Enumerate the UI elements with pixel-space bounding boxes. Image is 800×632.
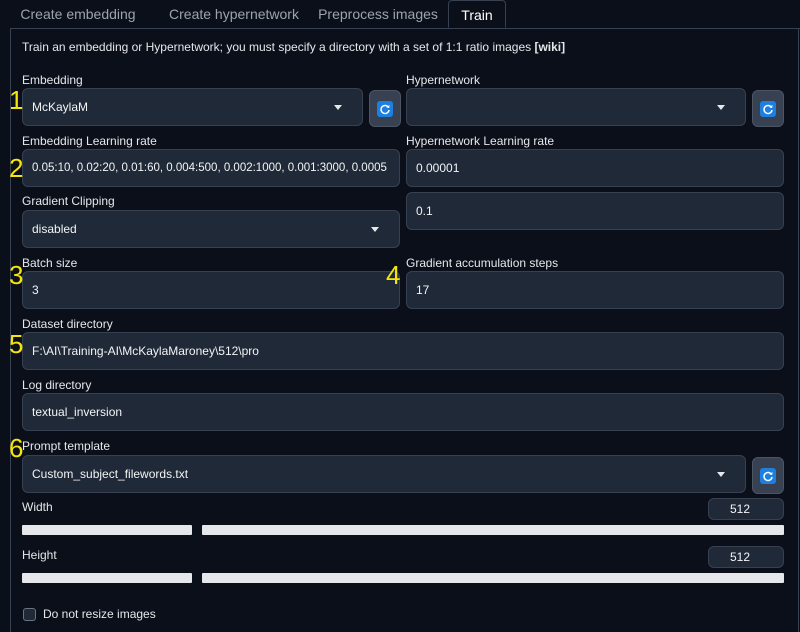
annotation-3: 3 bbox=[9, 260, 24, 290]
gradient-accumulation-label: Gradient accumulation steps bbox=[406, 256, 559, 270]
tab-create-hypernetwork[interactable]: Create hypernetwork bbox=[156, 0, 312, 28]
chevron-down-icon bbox=[371, 227, 379, 232]
embedding-lr-input[interactable]: 0.05:10, 0.02:20, 0.01:60, 0.004:500, 0.… bbox=[22, 149, 400, 187]
no-resize-label: Do not resize images bbox=[43, 607, 156, 621]
log-directory-label: Log directory bbox=[22, 378, 92, 392]
embedding-label: Embedding bbox=[22, 73, 83, 87]
annotation-6: 6 bbox=[9, 433, 24, 463]
tab-train[interactable]: Train bbox=[448, 0, 506, 28]
gradient-clipping-dropdown[interactable]: disabled bbox=[22, 210, 400, 248]
refresh-icon bbox=[377, 100, 393, 117]
train-panel: Train an embedding or Hypernetwork; you … bbox=[10, 28, 799, 632]
annotation-1: 1 bbox=[9, 85, 24, 115]
batch-size-label: Batch size bbox=[22, 256, 78, 270]
intro-text: Train an embedding or Hypernetwork; you … bbox=[22, 40, 565, 54]
hypernetwork-label: Hypernetwork bbox=[406, 73, 481, 87]
gradient-clip-value-input[interactable]: 0.1 bbox=[406, 192, 784, 230]
width-label: Width bbox=[22, 500, 53, 514]
dataset-directory-label: Dataset directory bbox=[22, 317, 113, 331]
hypernetwork-refresh-button[interactable] bbox=[752, 90, 784, 127]
train-page: Create embedding Create hypernetwork Pre… bbox=[0, 0, 800, 632]
annotation-4: 4 bbox=[386, 260, 401, 290]
intro-sentence: Train an embedding or Hypernetwork; you … bbox=[22, 40, 535, 54]
hypernetwork-lr-input[interactable]: 0.00001 bbox=[406, 149, 784, 187]
hypernetwork-lr-label: Hypernetwork Learning rate bbox=[406, 134, 555, 148]
tab-create-embedding[interactable]: Create embedding bbox=[14, 0, 142, 28]
height-number-input[interactable]: 512 bbox=[708, 546, 784, 568]
wiki-link[interactable]: [wiki] bbox=[534, 40, 565, 54]
prompt-template-dropdown[interactable]: Custom_subject_filewords.txt bbox=[22, 455, 746, 493]
chevron-down-icon bbox=[717, 105, 725, 110]
embedding-lr-label: Embedding Learning rate bbox=[22, 134, 157, 148]
embedding-dropdown[interactable]: McKaylaM bbox=[22, 88, 363, 126]
width-number-input[interactable]: 512 bbox=[708, 498, 784, 520]
gradient-clipping-label: Gradient Clipping bbox=[22, 194, 115, 208]
chevron-down-icon bbox=[334, 105, 342, 110]
embedding-value: McKaylaM bbox=[32, 100, 89, 114]
refresh-icon bbox=[760, 100, 776, 117]
embedding-refresh-button[interactable] bbox=[369, 90, 401, 127]
prompt-template-label: Prompt template bbox=[22, 439, 111, 453]
chevron-down-icon bbox=[717, 472, 725, 477]
height-slider-track[interactable] bbox=[202, 573, 784, 583]
no-resize-checkbox[interactable] bbox=[23, 608, 36, 621]
width-slider-track[interactable] bbox=[202, 525, 784, 535]
annotation-5: 5 bbox=[9, 329, 24, 359]
prompt-template-refresh-button[interactable] bbox=[752, 457, 784, 494]
width-slider-track-left[interactable] bbox=[22, 525, 192, 535]
hypernetwork-dropdown[interactable] bbox=[406, 88, 746, 126]
tab-bar: Create embedding Create hypernetwork Pre… bbox=[10, 0, 800, 29]
dataset-directory-input[interactable]: F:\AI\Training-AI\McKaylaMaroney\512\pro bbox=[22, 332, 784, 370]
gradient-clipping-value: disabled bbox=[32, 222, 77, 236]
log-directory-input[interactable]: textual_inversion bbox=[22, 393, 784, 431]
tab-preprocess-images[interactable]: Preprocess images bbox=[312, 0, 444, 28]
refresh-icon bbox=[760, 467, 776, 484]
height-label: Height bbox=[22, 548, 57, 562]
annotation-2: 2 bbox=[9, 153, 24, 183]
batch-size-input[interactable]: 3 bbox=[22, 271, 400, 309]
prompt-template-value: Custom_subject_filewords.txt bbox=[32, 467, 189, 481]
height-slider-track-left[interactable] bbox=[22, 573, 192, 583]
gradient-accumulation-input[interactable]: 17 bbox=[406, 271, 784, 309]
